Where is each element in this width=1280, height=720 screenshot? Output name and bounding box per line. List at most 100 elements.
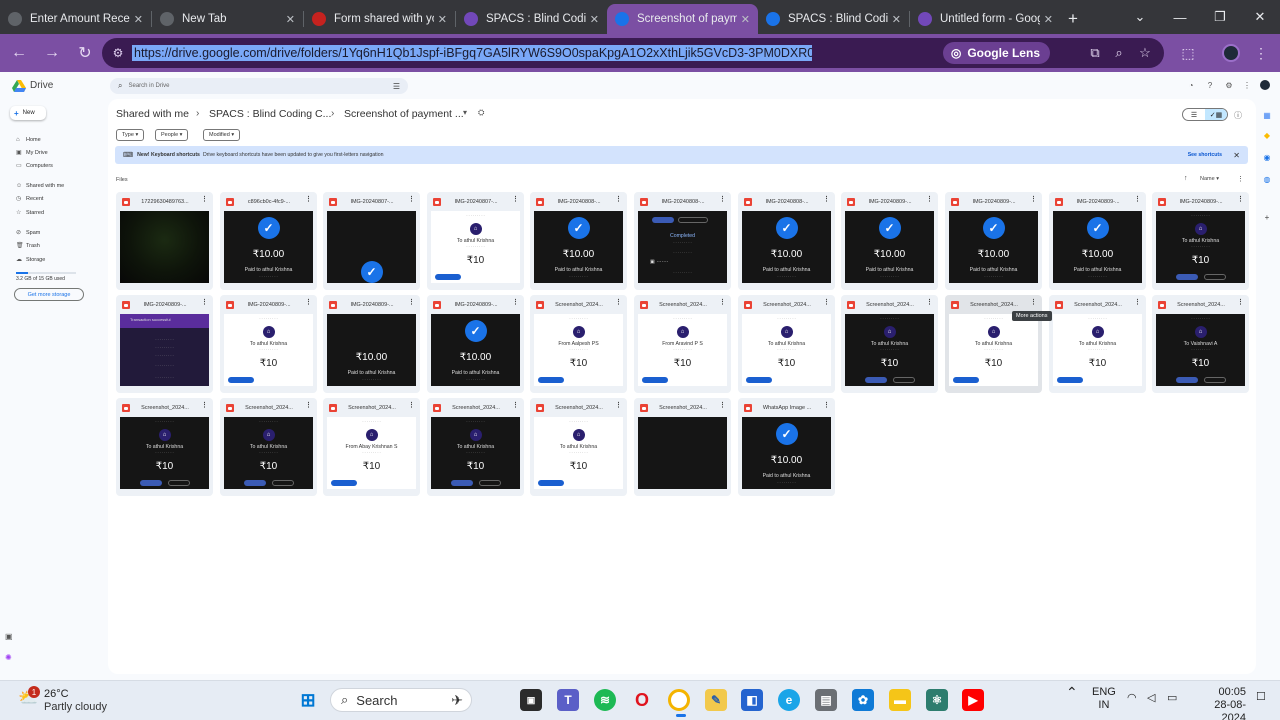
- get-more-storage-button[interactable]: Get more storage: [14, 288, 84, 301]
- apps-grid-icon[interactable]: ⋮: [1242, 80, 1252, 90]
- more-actions-icon[interactable]: ⋮: [1134, 298, 1141, 306]
- see-shortcuts-link[interactable]: See shortcuts: [1188, 152, 1222, 158]
- file-thumbnail[interactable]: · · · · · · · · · ⌂ To athul Krishna · · · …: [1156, 211, 1245, 283]
- tab-close-icon[interactable]: ✕: [1044, 13, 1053, 26]
- file-card[interactable]: Screenshot_2024... ⋮ · · · · · · · · · ⌂ To …: [220, 398, 317, 496]
- file-thumbnail[interactable]: · · · · · · · · · ⌂ To Vaishnavi A · · · · …: [1156, 314, 1245, 386]
- more-actions-icon[interactable]: ⋮: [1237, 298, 1244, 306]
- settings-icon[interactable]: ⚙: [1224, 80, 1234, 90]
- sidebar-item-my-drive[interactable]: ▣ My Drive: [16, 147, 106, 158]
- file-card[interactable]: Screenshot_2024... ⋮ · · · · · · · · · ⌂ To …: [116, 398, 213, 496]
- more-actions-icon[interactable]: ⋮: [201, 401, 208, 409]
- sidebar-item-spam[interactable]: ⊘ Spam: [16, 227, 106, 238]
- more-actions-icon[interactable]: ⋮: [305, 401, 312, 409]
- back-icon[interactable]: ←: [4, 38, 34, 68]
- more-actions-icon[interactable]: ⋮: [408, 195, 415, 203]
- file-thumbnail[interactable]: · · · · · · · · · ⌂ To athul Krishna · · · …: [742, 314, 831, 386]
- file-thumbnail[interactable]: · · · · · · · · · ⌂ To athul Krishna · · · …: [534, 417, 623, 489]
- maximize-icon[interactable]: ❐: [1200, 0, 1240, 34]
- more-actions-icon[interactable]: ⋮: [512, 195, 519, 203]
- breadcrumb-folder[interactable]: SPACS : Blind Coding C...: [209, 108, 331, 120]
- file-thumbnail[interactable]: · · · · · · · · · ⌂ To athul Krishna · · · …: [224, 314, 313, 386]
- google-lens-button[interactable]: ◎ Google Lens: [942, 42, 1050, 64]
- new-button[interactable]: + New: [10, 106, 46, 120]
- file-thumbnail[interactable]: ✓ ₹10.00 Paid to athul Krishna · · · · · · …: [1053, 211, 1142, 283]
- search-input[interactable]: ⌕ Search in Drive ☰: [110, 78, 408, 94]
- file-card[interactable]: Screenshot_2024... ⋮ · · · · · · · · · ⌂ To …: [945, 295, 1042, 393]
- file-thumbnail[interactable]: · · · · · · · · · ⌂ From Abay Krishnan S · …: [327, 417, 416, 489]
- browser-tab[interactable]: New Tab ✕: [152, 4, 303, 34]
- gemini-icon[interactable]: ✺: [5, 653, 15, 663]
- sidebar-item-storage[interactable]: ☁ Storage: [16, 254, 106, 265]
- file-card[interactable]: Screenshot_2024... ⋮ · · · · · · · · · ⌂ To …: [738, 295, 835, 393]
- more-actions-icon[interactable]: ⋮: [1134, 195, 1141, 203]
- folder-dropdown-icon[interactable]: ▾: [463, 108, 467, 117]
- sidebar-item-home[interactable]: ⌂ Home: [16, 134, 106, 145]
- file-thumbnail[interactable]: · · · · · · · · · ⌂ To athul Krishna · · · …: [120, 417, 209, 489]
- file-card[interactable]: IMG-20240809-... ⋮ ₹10.00 Paid to athul Kri…: [323, 295, 420, 393]
- browser-tab[interactable]: Screenshot of payme ✕: [607, 4, 758, 34]
- address-bar[interactable]: ⚙ https://drive.google.com/drive/folders…: [102, 38, 1164, 68]
- more-actions-icon[interactable]: ⋮: [305, 195, 312, 203]
- file-card[interactable]: IMG-20240808-... ⋮ ✓ ₹10.00 Paid to athul Kr…: [530, 192, 627, 290]
- store-icon[interactable]: ◧: [741, 689, 763, 711]
- new-tab-button[interactable]: +: [1061, 4, 1085, 34]
- file-thumbnail[interactable]: Completed · · · · · · · · · · · · · · · · …: [638, 211, 727, 283]
- file-card[interactable]: IMG-20240807-... ⋮ · · · · · · · · · ⌂ To at…: [427, 192, 524, 290]
- forward-icon[interactable]: →: [37, 38, 67, 68]
- account-avatar[interactable]: [1260, 80, 1270, 90]
- browser-tab[interactable]: Enter Amount Receiv ✕: [0, 4, 151, 34]
- file-card[interactable]: WhatsApp Image ... ⋮ ✓ ₹10.00 Paid to athul …: [738, 398, 835, 496]
- file-card[interactable]: Screenshot_2024... ⋮ · · · · · · · · · ⌂ Fro…: [323, 398, 420, 496]
- more-actions-icon[interactable]: ⋮: [823, 298, 830, 306]
- file-thumbnail[interactable]: · · · · · · · · · ⌂ From Aravind P S · · · …: [638, 314, 727, 386]
- more-actions-icon[interactable]: ⋮: [1030, 298, 1037, 306]
- file-card[interactable]: IMG-20240809-... ⋮ ✓ ₹10.00 Paid to athul Kr…: [841, 192, 938, 290]
- file-card[interactable]: IMG-20240809-... ⋮ ✓ ₹10.00 Paid to athul Kr…: [1049, 192, 1146, 290]
- file-card[interactable]: Screenshot_2024... ⋮ · · · · · · · · · ⌂ Fro…: [530, 295, 627, 393]
- search-options-icon[interactable]: ☰: [393, 82, 400, 91]
- wifi-icon[interactable]: ◠: [1127, 692, 1137, 705]
- more-actions-icon[interactable]: ⋮: [615, 195, 622, 203]
- file-thumbnail[interactable]: ✓ ₹10.00 Paid to athul Krishna · · · · · · …: [949, 211, 1038, 283]
- browser-tab[interactable]: Form shared with you ✕: [304, 4, 455, 34]
- tab-close-icon[interactable]: ✕: [438, 13, 447, 26]
- more-actions-icon[interactable]: ⋮: [615, 298, 622, 306]
- tab-close-icon[interactable]: ✕: [892, 13, 901, 26]
- battery-icon[interactable]: ▭: [1167, 692, 1177, 705]
- file-thumbnail[interactable]: · · · · · · · · · ⌂ To athul Krishna · · · …: [431, 417, 520, 489]
- more-actions-icon[interactable]: ⋮: [408, 401, 415, 409]
- reload-icon[interactable]: ↻: [70, 38, 100, 68]
- file-thumbnail[interactable]: · · · · · · · · · ⌂ To athul Krishna · · · …: [431, 211, 520, 283]
- file-card[interactable]: 17229630489763... ⋮: [116, 192, 213, 290]
- zoom-icon[interactable]: ⌕: [1110, 44, 1128, 62]
- file-card[interactable]: Screenshot_2024... ⋮ · · · · · · · · · ⌂ To …: [1049, 295, 1146, 393]
- file-explorer-icon[interactable]: ▬: [889, 689, 911, 711]
- file-card[interactable]: Screenshot_2024... ⋮ · · · · · · · · · ⌂ To …: [530, 398, 627, 496]
- url-text[interactable]: https://drive.google.com/drive/folders/1…: [132, 45, 812, 61]
- file-card[interactable]: IMG-20240807-... ⋮ ✓: [323, 192, 420, 290]
- file-thumbnail[interactable]: · · · · · · · · · ⌂ From Aalpesh PS · · · ·…: [534, 314, 623, 386]
- breadcrumb-current[interactable]: Screenshot of payment ...: [344, 108, 464, 120]
- file-card[interactable]: IMG-20240809-... ⋮ · · · · · · · · · ⌂ To at…: [1152, 192, 1249, 290]
- taskbar-search[interactable]: ⌕ Search ✈: [330, 688, 472, 712]
- file-thumbnail[interactable]: ✓ ₹10.00 Paid to athul Krishna · · · · · · …: [742, 417, 831, 489]
- tab-search-icon[interactable]: ⌄: [1120, 0, 1160, 34]
- file-thumbnail[interactable]: · · · · · · · · · ⌂ To athul Krishna · · · …: [845, 314, 934, 386]
- file-card[interactable]: Screenshot_2024... ⋮ · · · · · · · · · ⌂ To …: [841, 295, 938, 393]
- more-actions-icon[interactable]: ⋮: [926, 195, 933, 203]
- photos-icon[interactable]: ▤: [815, 689, 837, 711]
- file-thumbnail[interactable]: [638, 417, 727, 489]
- opera-icon[interactable]: O: [631, 689, 653, 711]
- file-thumbnail[interactable]: ✓ ₹10.00 Paid to athul Krishna · · · · · · …: [431, 314, 520, 386]
- banner-close-icon[interactable]: ✕: [1233, 151, 1240, 160]
- file-card[interactable]: IMG-20240809-... ⋮ ✓ ₹10.00 Paid to athul Kr…: [427, 295, 524, 393]
- notifications-icon[interactable]: ☐: [1256, 691, 1266, 704]
- more-actions-icon[interactable]: ⋮: [719, 401, 726, 409]
- file-thumbnail[interactable]: · · · · · · · · · ⌂ To athul Krishna · · · …: [949, 314, 1038, 386]
- file-thumbnail[interactable]: ✓ ₹10.00 Paid to athul Krishna · · · · · · …: [224, 211, 313, 283]
- weather-widget[interactable]: ⛅ 1 26°C Partly cloudy: [18, 684, 138, 716]
- sidebar-item-trash[interactable]: 🗑 Trash: [16, 240, 106, 251]
- sidebar-item-starred[interactable]: ☆ Starred: [16, 207, 106, 218]
- more-actions-icon[interactable]: ⋮: [512, 298, 519, 306]
